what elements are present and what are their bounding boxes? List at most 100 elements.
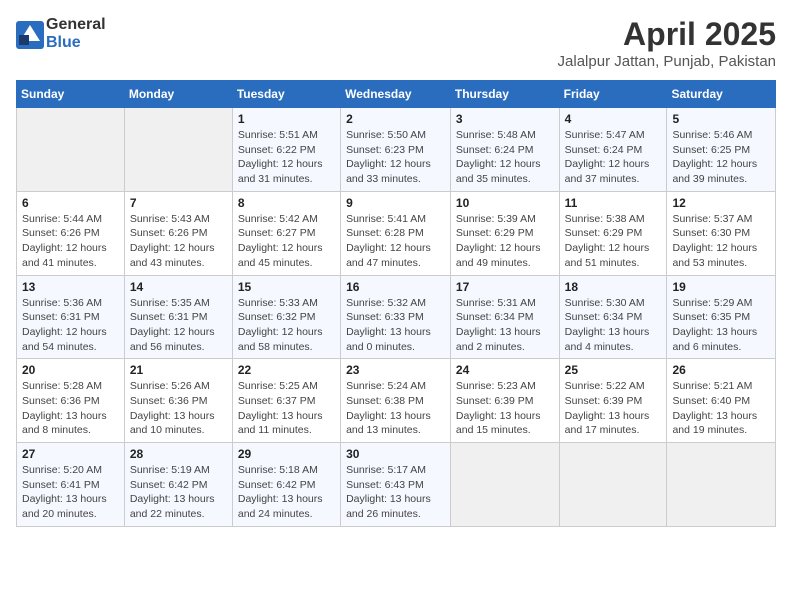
calendar-cell: 6 Sunrise: 5:44 AMSunset: 6:26 PMDaylight… — [17, 191, 125, 275]
logo-general: General — [46, 16, 106, 34]
calendar-cell: 5Sunrise: 5:46 AMSunset: 6:25 PMDaylight… — [667, 108, 776, 192]
day-number: 19 — [672, 280, 770, 294]
day-number: 18 — [565, 280, 662, 294]
calendar-cell: 7 Sunrise: 5:43 AMSunset: 6:26 PMDaylight… — [124, 191, 232, 275]
day-info: Sunrise: 5:50 AMSunset: 6:23 PMDaylight:… — [346, 128, 445, 187]
day-info: Sunrise: 5:29 AMSunset: 6:35 PMDaylight:… — [672, 296, 770, 355]
day-info: Sunrise: 5:28 AMSunset: 6:36 PMDaylight:… — [22, 379, 119, 438]
day-number: 15 — [238, 280, 335, 294]
calendar-cell: 11Sunrise: 5:38 AMSunset: 6:29 PMDayligh… — [559, 191, 667, 275]
day-number: 1 — [238, 112, 335, 126]
calendar-week-row: 20 Sunrise: 5:28 AMSunset: 6:36 PMDayligh… — [17, 359, 776, 443]
calendar-cell: 2 Sunrise: 5:50 AMSunset: 6:23 PMDaylight… — [341, 108, 451, 192]
calendar-cell: 19 Sunrise: 5:29 AMSunset: 6:35 PMDayligh… — [667, 275, 776, 359]
weekday-header: Thursday — [450, 81, 559, 108]
day-info: Sunrise: 5:44 AMSunset: 6:26 PMDaylight:… — [22, 212, 119, 271]
calendar-cell — [124, 108, 232, 192]
weekday-header: Saturday — [667, 81, 776, 108]
day-number: 10 — [456, 196, 554, 210]
calendar-cell: 20 Sunrise: 5:28 AMSunset: 6:36 PMDayligh… — [17, 359, 125, 443]
calendar-cell: 28 Sunrise: 5:19 AMSunset: 6:42 PMDayligh… — [124, 443, 232, 527]
calendar-cell — [667, 443, 776, 527]
weekday-header-row: SundayMondayTuesdayWednesdayThursdayFrid… — [17, 81, 776, 108]
calendar-cell: 16 Sunrise: 5:32 AMSunset: 6:33 PMDayligh… — [341, 275, 451, 359]
calendar-cell: 4 Sunrise: 5:47 AMSunset: 6:24 PMDaylight… — [559, 108, 667, 192]
calendar-cell: 3 Sunrise: 5:48 AMSunset: 6:24 PMDaylight… — [450, 108, 559, 192]
calendar-cell — [17, 108, 125, 192]
weekday-header: Wednesday — [341, 81, 451, 108]
calendar-cell: 24 Sunrise: 5:23 AMSunset: 6:39 PMDayligh… — [450, 359, 559, 443]
calendar-table: SundayMondayTuesdayWednesdayThursdayFrid… — [16, 80, 776, 527]
logo: General Blue — [16, 16, 106, 51]
calendar-cell: 29Sunrise: 5:18 AMSunset: 6:42 PMDayligh… — [232, 443, 340, 527]
calendar-cell: 15 Sunrise: 5:33 AMSunset: 6:32 PMDayligh… — [232, 275, 340, 359]
day-info: Sunrise: 5:43 AMSunset: 6:26 PMDaylight:… — [130, 212, 227, 271]
day-info: Sunrise: 5:21 AMSunset: 6:40 PMDaylight:… — [672, 379, 770, 438]
calendar-cell: 22 Sunrise: 5:25 AMSunset: 6:37 PMDayligh… — [232, 359, 340, 443]
day-info: Sunrise: 5:30 AMSunset: 6:34 PMDaylight:… — [565, 296, 662, 355]
day-number: 27 — [22, 447, 119, 461]
weekday-header: Friday — [559, 81, 667, 108]
calendar-cell: 21Sunrise: 5:26 AMSunset: 6:36 PMDayligh… — [124, 359, 232, 443]
calendar-week-row: 27 Sunrise: 5:20 AMSunset: 6:41 PMDayligh… — [17, 443, 776, 527]
day-number: 23 — [346, 363, 445, 377]
day-number: 13 — [22, 280, 119, 294]
calendar-cell: 25Sunrise: 5:22 AMSunset: 6:39 PMDayligh… — [559, 359, 667, 443]
day-number: 11 — [565, 196, 662, 210]
calendar-week-row: 1 Sunrise: 5:51 AMSunset: 6:22 PMDaylight… — [17, 108, 776, 192]
location-title: Jalalpur Jattan, Punjab, Pakistan — [558, 53, 776, 70]
day-info: Sunrise: 5:51 AMSunset: 6:22 PMDaylight:… — [238, 128, 335, 187]
day-info: Sunrise: 5:19 AMSunset: 6:42 PMDaylight:… — [130, 463, 227, 522]
calendar-cell: 14Sunrise: 5:35 AMSunset: 6:31 PMDayligh… — [124, 275, 232, 359]
day-info: Sunrise: 5:25 AMSunset: 6:37 PMDaylight:… — [238, 379, 335, 438]
day-info: Sunrise: 5:47 AMSunset: 6:24 PMDaylight:… — [565, 128, 662, 187]
day-info: Sunrise: 5:26 AMSunset: 6:36 PMDaylight:… — [130, 379, 227, 438]
calendar-cell: 17 Sunrise: 5:31 AMSunset: 6:34 PMDayligh… — [450, 275, 559, 359]
calendar-cell: 30Sunrise: 5:17 AMSunset: 6:43 PMDayligh… — [341, 443, 451, 527]
day-number: 3 — [456, 112, 554, 126]
calendar-cell — [450, 443, 559, 527]
day-info: Sunrise: 5:33 AMSunset: 6:32 PMDaylight:… — [238, 296, 335, 355]
day-info: Sunrise: 5:42 AMSunset: 6:27 PMDaylight:… — [238, 212, 335, 271]
day-number: 22 — [238, 363, 335, 377]
day-number: 16 — [346, 280, 445, 294]
day-info: Sunrise: 5:23 AMSunset: 6:39 PMDaylight:… — [456, 379, 554, 438]
day-number: 2 — [346, 112, 445, 126]
day-info: Sunrise: 5:17 AMSunset: 6:43 PMDaylight:… — [346, 463, 445, 522]
day-number: 25 — [565, 363, 662, 377]
logo-icon — [16, 21, 44, 49]
weekday-header: Tuesday — [232, 81, 340, 108]
logo-blue: Blue — [46, 34, 106, 52]
calendar-week-row: 13 Sunrise: 5:36 AMSunset: 6:31 PMDayligh… — [17, 275, 776, 359]
calendar-cell — [559, 443, 667, 527]
day-info: Sunrise: 5:18 AMSunset: 6:42 PMDaylight:… — [238, 463, 335, 522]
day-info: Sunrise: 5:39 AMSunset: 6:29 PMDaylight:… — [456, 212, 554, 271]
calendar-cell: 12Sunrise: 5:37 AMSunset: 6:30 PMDayligh… — [667, 191, 776, 275]
calendar-cell: 8Sunrise: 5:42 AMSunset: 6:27 PMDaylight… — [232, 191, 340, 275]
page-header: General Blue April 2025 Jalalpur Jattan,… — [16, 16, 776, 70]
day-info: Sunrise: 5:31 AMSunset: 6:34 PMDaylight:… — [456, 296, 554, 355]
calendar-cell: 13 Sunrise: 5:36 AMSunset: 6:31 PMDayligh… — [17, 275, 125, 359]
day-number: 24 — [456, 363, 554, 377]
day-number: 6 — [22, 196, 119, 210]
day-number: 7 — [130, 196, 227, 210]
day-number: 20 — [22, 363, 119, 377]
title-block: April 2025 Jalalpur Jattan, Punjab, Paki… — [558, 16, 776, 70]
calendar-cell: 9 Sunrise: 5:41 AMSunset: 6:28 PMDaylight… — [341, 191, 451, 275]
day-info: Sunrise: 5:48 AMSunset: 6:24 PMDaylight:… — [456, 128, 554, 187]
day-info: Sunrise: 5:35 AMSunset: 6:31 PMDaylight:… — [130, 296, 227, 355]
weekday-header: Sunday — [17, 81, 125, 108]
day-info: Sunrise: 5:32 AMSunset: 6:33 PMDaylight:… — [346, 296, 445, 355]
day-info: Sunrise: 5:37 AMSunset: 6:30 PMDaylight:… — [672, 212, 770, 271]
day-number: 28 — [130, 447, 227, 461]
day-number: 4 — [565, 112, 662, 126]
calendar-cell: 10 Sunrise: 5:39 AMSunset: 6:29 PMDayligh… — [450, 191, 559, 275]
calendar-cell: 26 Sunrise: 5:21 AMSunset: 6:40 PMDayligh… — [667, 359, 776, 443]
day-info: Sunrise: 5:24 AMSunset: 6:38 PMDaylight:… — [346, 379, 445, 438]
day-number: 9 — [346, 196, 445, 210]
day-info: Sunrise: 5:41 AMSunset: 6:28 PMDaylight:… — [346, 212, 445, 271]
day-number: 26 — [672, 363, 770, 377]
day-info: Sunrise: 5:20 AMSunset: 6:41 PMDaylight:… — [22, 463, 119, 522]
day-number: 17 — [456, 280, 554, 294]
day-info: Sunrise: 5:36 AMSunset: 6:31 PMDaylight:… — [22, 296, 119, 355]
